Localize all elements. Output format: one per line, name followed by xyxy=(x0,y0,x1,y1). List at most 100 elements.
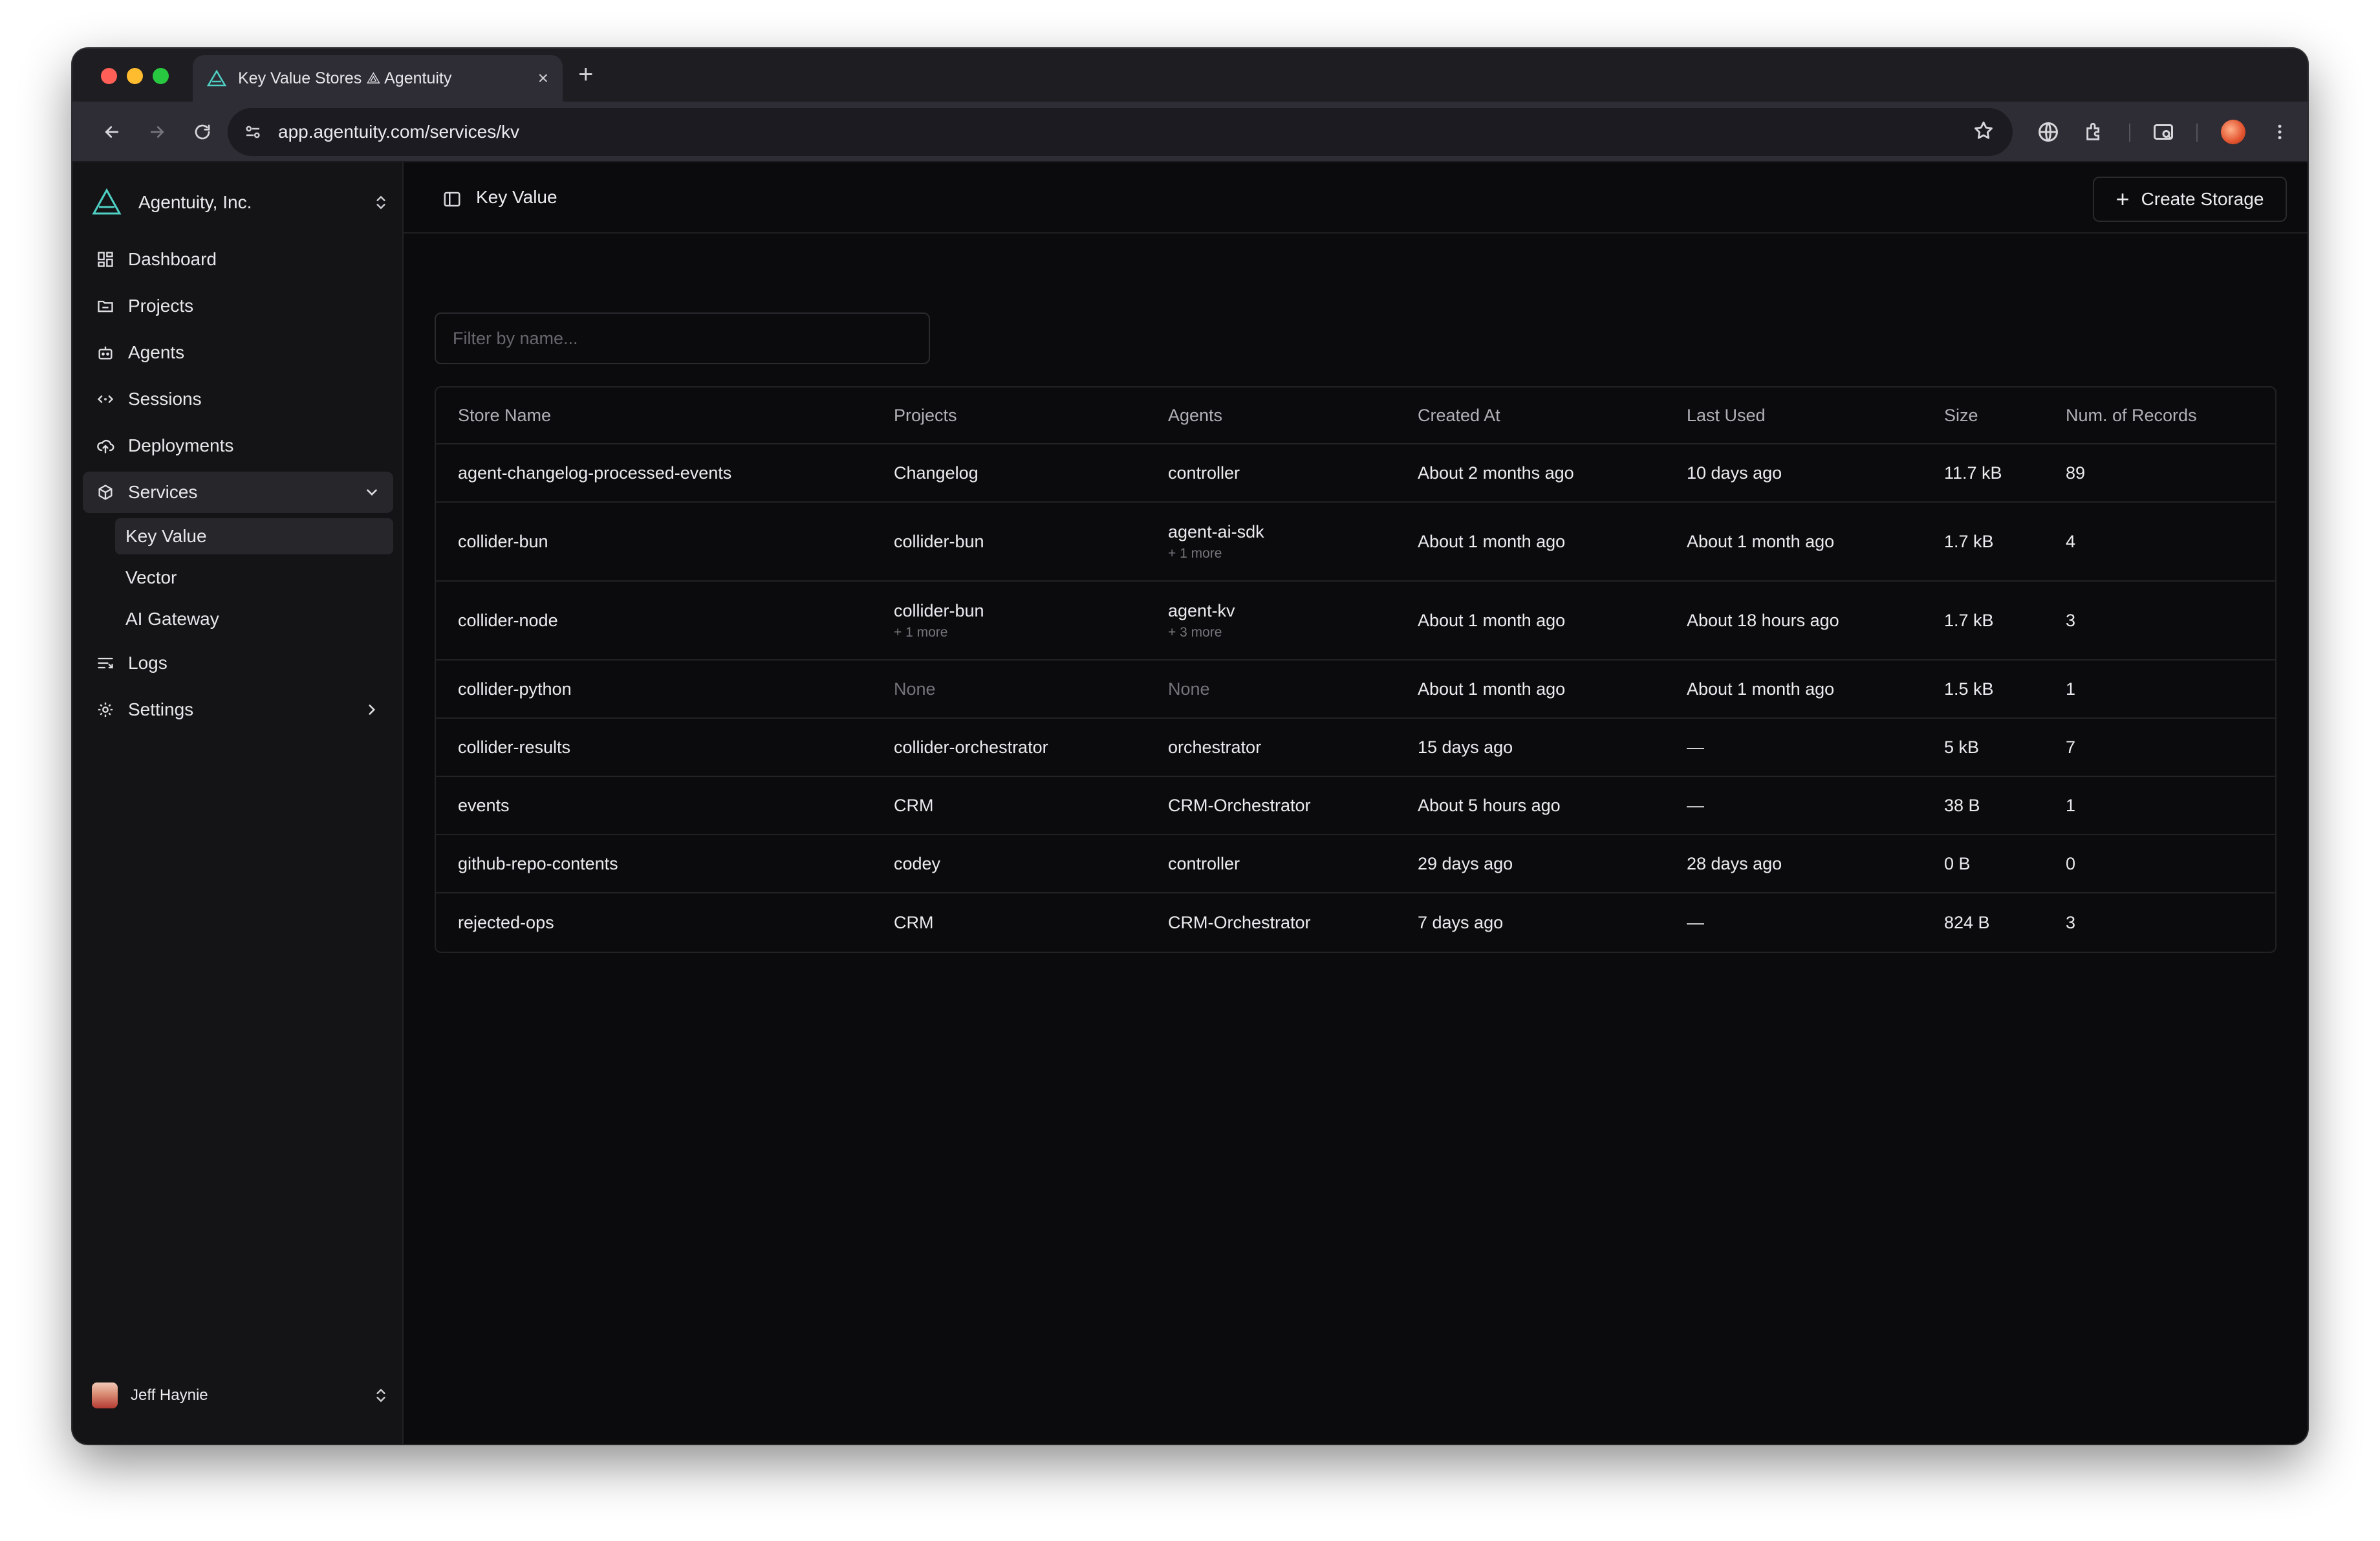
profile-avatar-icon[interactable] xyxy=(2218,117,2248,147)
agent-cell: agent-kv + 3 more xyxy=(1168,601,1235,640)
sidebar-item-deployments[interactable]: Deployments xyxy=(83,425,393,466)
chevron-right-icon xyxy=(369,705,376,715)
agent-more-label: + 3 more xyxy=(1168,624,1222,640)
created-at-cell: About 5 hours ago xyxy=(1418,795,1561,815)
agent-cell: agent-ai-sdk + 1 more xyxy=(1168,522,1264,562)
last-used-cell: 10 days ago xyxy=(1687,463,1782,483)
table-row[interactable]: events CRM CRM-Orchestrator About 5 hour… xyxy=(436,777,2275,835)
created-at-cell: About 1 month ago xyxy=(1418,679,1566,699)
table-row[interactable]: github-repo-contents codey controller 29… xyxy=(436,835,2275,893)
table-header-row: Store Name Projects Agents Created At La… xyxy=(436,388,2275,444)
size-cell: 38 B xyxy=(1944,795,1980,815)
site-settings-icon[interactable] xyxy=(243,122,263,142)
last-used-cell: 28 days ago xyxy=(1687,853,1782,873)
extension-globe-icon[interactable] xyxy=(2033,117,2063,147)
sidebar-subitem-key-value[interactable]: Key Value xyxy=(115,518,393,554)
page-header: Key Value + Create Storage xyxy=(404,162,2308,234)
tab-strip: Key Value Stores ⟁ Agentuity × + xyxy=(72,49,2308,102)
browser-menu-icon[interactable] xyxy=(2265,117,2295,147)
table-row[interactable]: collider-bun collider-bun agent-ai-sdk +… xyxy=(436,503,2275,582)
org-switcher[interactable]: Agentuity, Inc. xyxy=(92,184,389,221)
theme-moon-icon[interactable] xyxy=(349,1441,371,1444)
sidebar-item-sessions[interactable]: Sessions xyxy=(83,378,393,420)
table-row[interactable]: collider-results collider-orchestrator o… xyxy=(436,719,2275,777)
close-window-button[interactable] xyxy=(101,68,117,84)
column-header[interactable]: Last Used xyxy=(1687,406,1766,426)
last-used-cell: About 1 month ago xyxy=(1687,679,1835,699)
sidebar-subitem-label: Vector xyxy=(125,567,177,587)
back-button[interactable] xyxy=(100,120,124,144)
table-row[interactable]: rejected-ops CRM CRM-Orchestrator 7 days… xyxy=(436,893,2275,952)
sidebar-subitem-ai-gateway[interactable]: AI Gateway xyxy=(115,601,393,637)
create-storage-button[interactable]: + Create Storage xyxy=(2093,177,2287,222)
column-header[interactable]: Num. of Records xyxy=(2066,406,2197,426)
reload-icon xyxy=(195,124,210,140)
size-cell: 1.7 kB xyxy=(1944,531,1994,551)
tab-search-icon[interactable] xyxy=(2148,117,2178,147)
user-name: Jeff Haynie xyxy=(131,1386,208,1404)
agent-more-label: + 1 more xyxy=(1168,545,1222,561)
last-used-cell: — xyxy=(1687,795,1704,815)
store-name-cell: agent-changelog-processed-events xyxy=(458,463,732,483)
folder-icon xyxy=(96,296,115,316)
bookmark-star-icon[interactable] xyxy=(1973,120,1995,145)
created-at-cell: About 1 month ago xyxy=(1418,610,1566,630)
docs-book-icon[interactable] xyxy=(105,1441,127,1444)
agent-name: agent-kv xyxy=(1168,600,1235,620)
user-menu[interactable]: Jeff Haynie xyxy=(92,1376,389,1415)
records-cell: 89 xyxy=(2066,463,2086,483)
created-at-cell: About 1 month ago xyxy=(1418,531,1566,551)
sidebar-item-projects[interactable]: Projects xyxy=(83,285,393,327)
store-name-cell: collider-node xyxy=(458,610,558,630)
reload-button[interactable] xyxy=(190,120,215,144)
address-bar[interactable]: app.agentuity.com/services/kv xyxy=(228,108,2013,156)
table-row[interactable]: collider-node collider-bun + 1 more agen… xyxy=(436,582,2275,661)
store-name-cell: collider-python xyxy=(458,679,572,699)
github-icon[interactable] xyxy=(227,1441,249,1444)
store-name-cell: rejected-ops xyxy=(458,912,554,932)
project-cell: CRM xyxy=(894,912,934,932)
store-name-cell: collider-bun xyxy=(458,531,548,551)
sidebar-item-logs[interactable]: Logs xyxy=(83,642,393,684)
column-header[interactable]: Store Name xyxy=(458,406,551,426)
discord-icon[interactable] xyxy=(166,1441,188,1444)
created-at-cell: About 2 months ago xyxy=(1418,463,1574,483)
column-header[interactable]: Agents xyxy=(1168,406,1222,426)
sidebar-item-label: Services xyxy=(128,482,198,502)
phone-support-icon[interactable] xyxy=(288,1441,310,1444)
tab-close-icon[interactable]: × xyxy=(538,68,548,89)
table-row[interactable]: agent-changelog-processed-events Changel… xyxy=(436,444,2275,503)
size-cell: 0 B xyxy=(1944,853,1971,873)
records-cell: 1 xyxy=(2066,679,2076,699)
browser-tab[interactable]: Key Value Stores ⟁ Agentuity × xyxy=(193,55,563,102)
last-used-cell: About 1 month ago xyxy=(1687,531,1835,551)
gear-icon xyxy=(96,700,115,719)
sidebar-item-agents[interactable]: Agents xyxy=(83,332,393,373)
sidebar-item-dashboard[interactable]: Dashboard xyxy=(83,239,393,280)
column-header[interactable]: Created At xyxy=(1418,406,1500,426)
column-header[interactable]: Size xyxy=(1944,406,1978,426)
extensions-puzzle-icon[interactable] xyxy=(2080,117,2110,147)
dashboard-icon xyxy=(96,250,115,269)
sidebar-nav: Dashboard Projects Agents Sessions Deplo… xyxy=(83,239,393,736)
project-cell: collider-bun + 1 more xyxy=(894,601,984,640)
user-avatar xyxy=(92,1383,118,1408)
kv-stores-table: Store Name Projects Agents Created At La… xyxy=(435,386,2277,953)
sidebar-subitem-vector[interactable]: Vector xyxy=(115,560,393,596)
column-header[interactable]: Projects xyxy=(894,406,957,426)
table-row[interactable]: collider-python None None About 1 month … xyxy=(436,661,2275,719)
sidebar-item-settings[interactable]: Settings xyxy=(83,689,393,730)
forward-button[interactable] xyxy=(145,120,169,144)
filter-input[interactable] xyxy=(435,312,930,364)
maximize-window-button[interactable] xyxy=(153,68,169,84)
records-cell: 4 xyxy=(2066,531,2076,551)
project-cell: collider-bun xyxy=(894,531,984,551)
project-more-label: + 1 more xyxy=(894,624,948,640)
sidebar-item-label: Settings xyxy=(128,699,194,719)
size-cell: 11.7 kB xyxy=(1944,463,2002,483)
minimize-window-button[interactable] xyxy=(127,68,143,84)
toggle-sidebar-icon[interactable] xyxy=(442,190,462,212)
new-tab-button[interactable]: + xyxy=(578,60,593,89)
main-content: Key Value + Create Storage Store Name Pr… xyxy=(404,162,2308,1444)
sidebar-item-services[interactable]: Services xyxy=(83,472,393,513)
